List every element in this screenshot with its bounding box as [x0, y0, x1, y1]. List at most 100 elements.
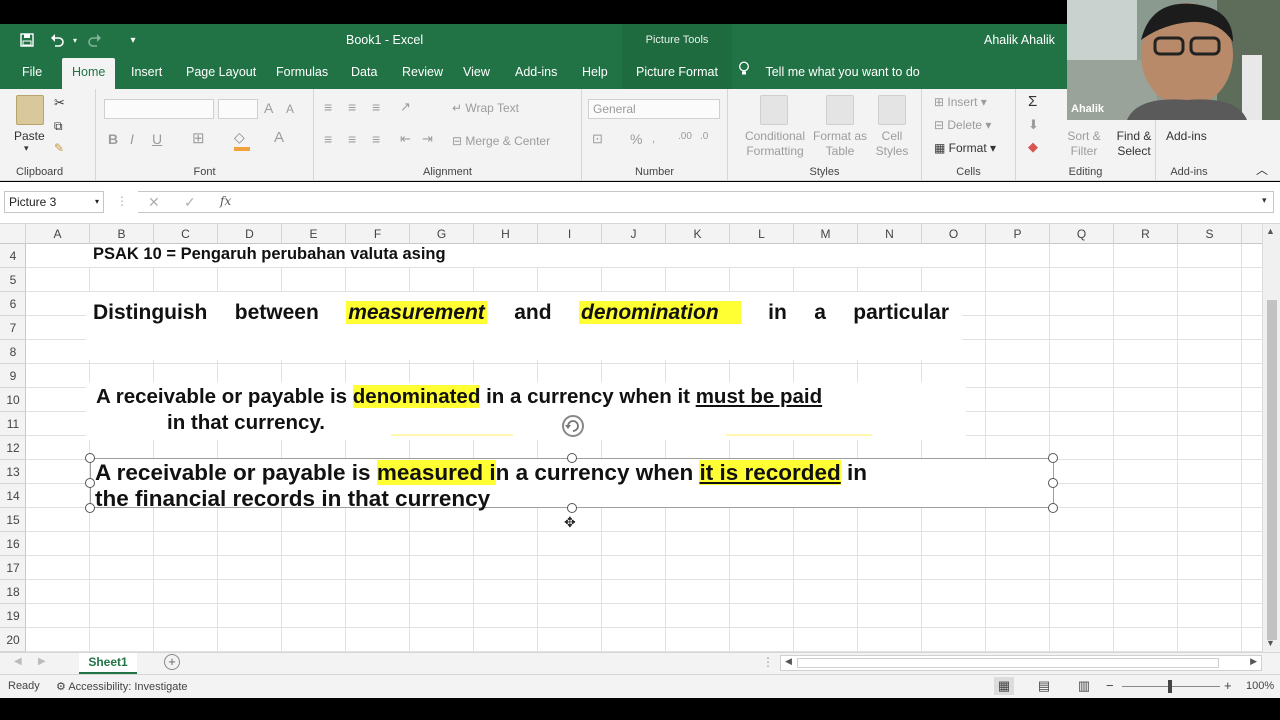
- accounting-format-icon[interactable]: ⊡: [592, 131, 603, 147]
- find-select-button[interactable]: Find & Select: [1112, 129, 1156, 159]
- cut-icon[interactable]: ✂: [54, 95, 65, 111]
- column-header[interactable]: N: [858, 224, 922, 244]
- column-header[interactable]: O: [922, 224, 986, 244]
- row-header[interactable]: 12: [0, 436, 26, 460]
- prev-sheet-icon[interactable]: ◀: [14, 656, 22, 667]
- picture-distinguish[interactable]: Distinguish between measurement and deno…: [86, 292, 962, 399]
- column-header[interactable]: H: [474, 224, 538, 244]
- borders-icon[interactable]: ⊞: [192, 129, 205, 147]
- resize-handle-bottom[interactable]: [567, 503, 577, 513]
- tab-help[interactable]: Help: [572, 58, 618, 89]
- format-painter-icon[interactable]: ✎: [54, 141, 64, 155]
- normal-view-icon[interactable]: ▦: [994, 677, 1014, 695]
- customize-qat-icon[interactable]: ▾: [124, 32, 142, 50]
- scroll-left-icon[interactable]: ◀: [785, 656, 792, 667]
- column-header[interactable]: B: [90, 224, 154, 244]
- horizontal-scroll-thumb[interactable]: [797, 658, 1219, 668]
- font-size-field[interactable]: [218, 99, 258, 119]
- top-align-icon[interactable]: ≡: [324, 99, 332, 115]
- comma-icon[interactable]: ,: [652, 133, 655, 145]
- row-header[interactable]: 17: [0, 556, 26, 580]
- increase-decimal-icon[interactable]: .00: [678, 131, 692, 142]
- undo-icon[interactable]: [48, 32, 66, 50]
- next-sheet-icon[interactable]: ▶: [38, 656, 46, 667]
- decrease-indent-icon[interactable]: ⇤: [400, 131, 411, 147]
- fill-icon[interactable]: ⬇: [1028, 117, 1039, 133]
- rotate-handle-icon[interactable]: [562, 415, 584, 437]
- increase-indent-icon[interactable]: ⇥: [422, 131, 433, 147]
- resize-handle-top-right[interactable]: [1048, 453, 1058, 463]
- copy-icon[interactable]: ⧉: [54, 119, 63, 134]
- insert-cells-button[interactable]: ⊞ Insert ▾: [934, 95, 987, 109]
- align-center-icon[interactable]: ≡: [348, 131, 356, 147]
- column-header[interactable]: A: [26, 224, 90, 244]
- number-format-field[interactable]: General: [588, 99, 720, 119]
- row-header[interactable]: 16: [0, 532, 26, 556]
- zoom-out-icon[interactable]: −: [1106, 678, 1114, 693]
- tell-me-box[interactable]: Tell me what you want to do: [738, 58, 920, 89]
- redo-icon[interactable]: [86, 32, 104, 50]
- resize-handle-right[interactable]: [1048, 478, 1058, 488]
- column-header[interactable]: P: [986, 224, 1050, 244]
- formula-input[interactable]: [138, 191, 1274, 213]
- bottom-align-icon[interactable]: ≡: [372, 99, 380, 115]
- zoom-in-icon[interactable]: +: [1224, 678, 1232, 693]
- scroll-right-icon[interactable]: ▶: [1250, 656, 1257, 667]
- font-name-field[interactable]: [104, 99, 214, 119]
- decrease-font-icon[interactable]: A: [286, 102, 294, 116]
- save-icon[interactable]: [18, 32, 36, 50]
- row-header[interactable]: 5: [0, 268, 26, 292]
- column-header[interactable]: G: [410, 224, 474, 244]
- name-box-dropdown-icon[interactable]: ▾: [95, 192, 99, 212]
- format-as-table-icon[interactable]: [826, 95, 854, 125]
- undo-dropdown-icon[interactable]: ▾: [66, 32, 84, 50]
- resize-handle-top[interactable]: [567, 453, 577, 463]
- middle-align-icon[interactable]: ≡: [348, 99, 356, 115]
- paste-button[interactable]: Paste: [14, 129, 45, 143]
- delete-cells-button[interactable]: ⊟ Delete ▾: [934, 118, 991, 132]
- merge-center-button[interactable]: ⊟ Merge & Center: [452, 134, 550, 148]
- row-header[interactable]: 13: [0, 460, 26, 484]
- format-as-table-button[interactable]: Format as Table: [812, 129, 868, 159]
- vertical-scrollbar[interactable]: ▲ ▼: [1262, 224, 1280, 652]
- underline-icon[interactable]: U: [152, 131, 162, 147]
- scroll-down-icon[interactable]: ▼: [1266, 638, 1275, 648]
- wrap-text-button[interactable]: ↵ Wrap Text: [452, 101, 519, 115]
- row-header[interactable]: 19: [0, 604, 26, 628]
- row-header[interactable]: 14: [0, 484, 26, 508]
- align-right-icon[interactable]: ≡: [372, 131, 380, 147]
- paste-dropdown-icon[interactable]: ▾: [24, 143, 29, 154]
- name-box[interactable]: Picture 3 ▾: [4, 191, 104, 213]
- tab-add-ins[interactable]: Add-ins: [505, 58, 567, 89]
- resize-handle-bottom-right[interactable]: [1048, 503, 1058, 513]
- tab-data[interactable]: Data: [341, 58, 387, 89]
- resize-handle-top-left[interactable]: [85, 453, 95, 463]
- tab-formulas[interactable]: Formulas: [266, 58, 338, 89]
- column-header[interactable]: F: [346, 224, 410, 244]
- scroll-up-icon[interactable]: ▲: [1266, 226, 1275, 236]
- fill-color-icon[interactable]: ◇: [234, 129, 245, 146]
- autosum-icon[interactable]: Σ: [1028, 93, 1037, 110]
- column-header[interactable]: R: [1114, 224, 1178, 244]
- column-header[interactable]: I: [538, 224, 602, 244]
- bold-icon[interactable]: B: [108, 131, 118, 147]
- font-color-icon[interactable]: A: [274, 129, 284, 146]
- column-header[interactable]: J: [602, 224, 666, 244]
- zoom-level[interactable]: 100%: [1246, 680, 1274, 692]
- column-header[interactable]: K: [666, 224, 730, 244]
- accessibility-status[interactable]: ⚙ Accessibility: Investigate: [56, 680, 188, 693]
- format-cells-button[interactable]: ▦ Format ▾: [934, 141, 996, 155]
- sheet-tab-sheet1[interactable]: Sheet1: [79, 653, 137, 674]
- row-header[interactable]: 6: [0, 292, 26, 316]
- row-header[interactable]: 15: [0, 508, 26, 532]
- conditional-formatting-icon[interactable]: [760, 95, 788, 125]
- row-header[interactable]: 10: [0, 388, 26, 412]
- column-header[interactable]: M: [794, 224, 858, 244]
- decrease-decimal-icon[interactable]: .0: [700, 131, 708, 142]
- picture-heading[interactable]: PSAK 10 = Pengaruh perubahan valuta asin…: [86, 244, 966, 267]
- tab-home[interactable]: Home: [62, 58, 116, 89]
- percent-icon[interactable]: %: [630, 131, 642, 147]
- column-header[interactable]: D: [218, 224, 282, 244]
- resize-handle-left[interactable]: [85, 478, 95, 488]
- italic-icon[interactable]: I: [130, 131, 134, 147]
